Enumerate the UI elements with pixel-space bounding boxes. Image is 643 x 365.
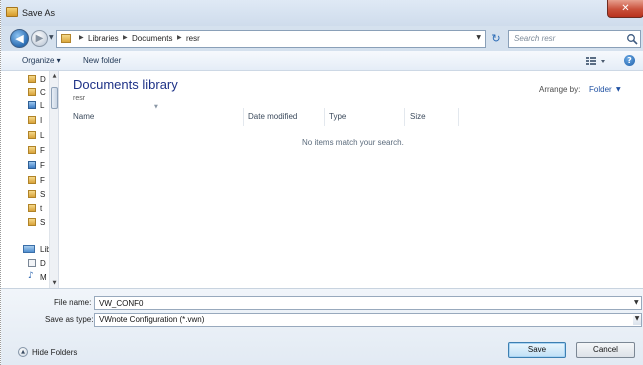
column-header-size[interactable]: Size	[410, 112, 426, 126]
nav-item-label: S	[40, 218, 46, 227]
scroll-up-icon[interactable]: ▲	[50, 73, 59, 79]
scrollbar-thumb[interactable]	[51, 87, 58, 109]
nav-item-label: L	[40, 101, 45, 110]
breadcrumb-separator-icon[interactable]: ▶	[177, 34, 182, 41]
library-icon	[23, 245, 35, 253]
folder-icon	[28, 204, 36, 212]
nav-item-label: F	[40, 176, 45, 185]
arrange-by-dropdown[interactable]: Folder	[589, 85, 612, 94]
folder-icon	[28, 88, 36, 96]
nav-item-label: t	[40, 204, 43, 213]
folder-icon	[28, 190, 36, 198]
nav-item-label: F	[40, 161, 45, 170]
folder-icon	[28, 146, 36, 154]
document-icon	[28, 259, 36, 267]
command-bar: Organize ▾ New folder ?	[1, 51, 643, 71]
file-name-field[interactable]	[94, 296, 642, 310]
nav-item-label: D	[40, 259, 46, 268]
breadcrumb-separator-icon[interactable]: ▶	[123, 34, 128, 41]
file-name-dropdown-icon[interactable]: ▼	[634, 299, 639, 306]
folder-icon	[28, 176, 36, 184]
column-divider[interactable]	[324, 108, 325, 126]
navigation-bar: ◀ ▶ ▼ ▶ Libraries ▶ Documents ▶ resr ▼ ↻…	[1, 26, 643, 51]
nav-scrollbar[interactable]: ▲ ▼	[49, 71, 58, 288]
nav-item-label: S	[40, 190, 46, 199]
breadcrumb-resr[interactable]: resr	[186, 34, 200, 43]
title-bar: Save As ✕	[1, 0, 643, 26]
folder-icon	[28, 116, 36, 124]
organize-button[interactable]: Organize ▾	[22, 56, 61, 65]
views-icon[interactable]	[584, 55, 608, 67]
computer-icon	[28, 161, 36, 169]
save-form: File name: ▼ Save as type: VWnote Config…	[1, 288, 643, 365]
nav-item-label: D	[40, 75, 46, 84]
library-subtitle: resr	[73, 95, 86, 102]
search-input[interactable]: Search resr	[514, 34, 555, 43]
library-folder-icon	[61, 34, 71, 43]
hide-folders-button[interactable]: ▲ Hide Folders	[18, 347, 88, 359]
save-as-type-select[interactable]: VWnote Configuration (*.vwn)	[94, 313, 642, 327]
save-button[interactable]: Save	[508, 342, 566, 358]
column-header-date-modified[interactable]: Date modified	[248, 112, 297, 126]
nav-item-label: L	[40, 131, 45, 140]
search-icon[interactable]	[626, 33, 638, 45]
column-divider[interactable]	[458, 108, 459, 126]
breadcrumb-documents[interactable]: Documents	[132, 34, 172, 43]
column-divider[interactable]	[243, 108, 244, 126]
column-divider[interactable]	[404, 108, 405, 126]
folder-icon	[28, 75, 36, 83]
save-as-dialog: Save As ✕ ◀ ▶ ▼ ▶ Libraries ▶ Documents …	[0, 0, 643, 365]
column-header-name[interactable]: Name	[73, 112, 94, 126]
chevron-down-icon[interactable]: ▼	[633, 315, 641, 325]
refresh-button[interactable]: ↻	[488, 31, 504, 47]
music-icon: ♪	[28, 271, 34, 281]
hide-folders-label: Hide Folders	[32, 348, 78, 357]
computer-icon	[28, 101, 36, 109]
nav-item-label: F	[40, 146, 45, 155]
back-button[interactable]: ◀	[10, 29, 29, 48]
help-icon[interactable]: ?	[624, 55, 635, 66]
sort-chevron-icon: ▼	[154, 104, 158, 110]
library-title: Documents library	[73, 77, 178, 92]
column-header-type[interactable]: Type	[329, 112, 346, 126]
empty-state-message: No items match your search.	[302, 138, 404, 147]
address-dropdown-icon[interactable]: ▼	[476, 34, 481, 41]
cancel-button[interactable]: Cancel	[576, 342, 635, 358]
chevron-down-icon[interactable]: ▼	[616, 86, 621, 93]
nav-item-label: M	[40, 273, 47, 282]
close-button[interactable]: ✕	[607, 0, 643, 18]
folder-icon	[28, 131, 36, 139]
file-list-pane: Documents library resr Arrange by: Folde…	[60, 71, 643, 288]
nav-item-label: C	[40, 88, 46, 97]
new-folder-button[interactable]: New folder	[83, 56, 121, 65]
file-name-label: File name:	[54, 298, 92, 307]
search-box[interactable]: Search resr	[508, 30, 641, 48]
breadcrumb-separator-icon[interactable]: ▶	[79, 34, 84, 41]
nav-item-label: I	[40, 116, 43, 125]
save-as-type-label: Save as type:	[45, 315, 94, 324]
collapse-icon: ▲	[18, 347, 28, 357]
window-title: Save As	[22, 8, 56, 18]
recent-pages-chevron-icon[interactable]: ▼	[49, 34, 54, 41]
app-icon	[6, 7, 18, 17]
breadcrumb-libraries[interactable]: Libraries	[88, 34, 119, 43]
folder-icon	[28, 218, 36, 226]
scroll-down-icon[interactable]: ▼	[50, 280, 59, 286]
address-bar[interactable]: ▶ Libraries ▶ Documents ▶ resr ▼	[56, 30, 486, 48]
arrange-by-label: Arrange by:	[539, 85, 581, 94]
forward-button[interactable]: ▶	[31, 30, 48, 47]
